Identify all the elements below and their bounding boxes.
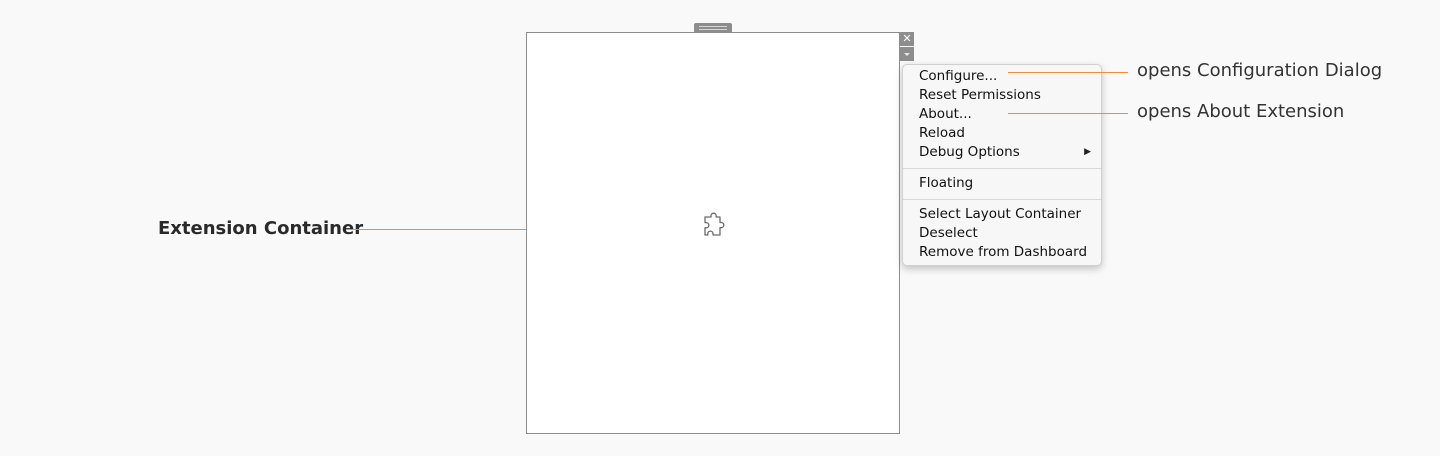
- menu-item-select-layout-container[interactable]: Select Layout Container: [919, 205, 1091, 224]
- menu-item-floating[interactable]: Floating: [919, 174, 1091, 193]
- context-menu: Configure... Reset Permissions About... …: [902, 64, 1102, 266]
- puzzle-piece-icon: [704, 212, 725, 236]
- configure-callout: opens Configuration Dialog: [1137, 60, 1383, 81]
- chevron-down-icon[interactable]: [900, 47, 914, 61]
- menu-item-reset-permissions[interactable]: Reset Permissions: [919, 86, 1091, 105]
- close-button[interactable]: ✕: [900, 32, 914, 46]
- menu-item-reload[interactable]: Reload: [919, 124, 1091, 143]
- menu-separator: [903, 199, 1101, 200]
- menu-item-configure[interactable]: Configure...: [919, 67, 1091, 86]
- about-callout-line: [1008, 113, 1128, 114]
- submenu-arrow-icon: ▶: [1084, 147, 1091, 157]
- close-icon: ✕: [902, 32, 912, 45]
- about-callout: opens About Extension: [1137, 101, 1345, 122]
- menu-item-about[interactable]: About...: [919, 105, 1091, 124]
- menu-item-debug-options[interactable]: Debug Options ▶: [919, 143, 1091, 162]
- menu-separator: [903, 168, 1101, 169]
- menu-item-debug-options-label: Debug Options: [919, 144, 1020, 160]
- menu-item-remove-from-dashboard[interactable]: Remove from Dashboard: [919, 243, 1091, 262]
- extension-container-annotation: Extension Container: [158, 218, 364, 239]
- extension-container-callout-line: [346, 229, 544, 230]
- configure-callout-line: [1008, 72, 1128, 73]
- grip-icon[interactable]: [694, 23, 732, 32]
- menu-item-deselect[interactable]: Deselect: [919, 224, 1091, 243]
